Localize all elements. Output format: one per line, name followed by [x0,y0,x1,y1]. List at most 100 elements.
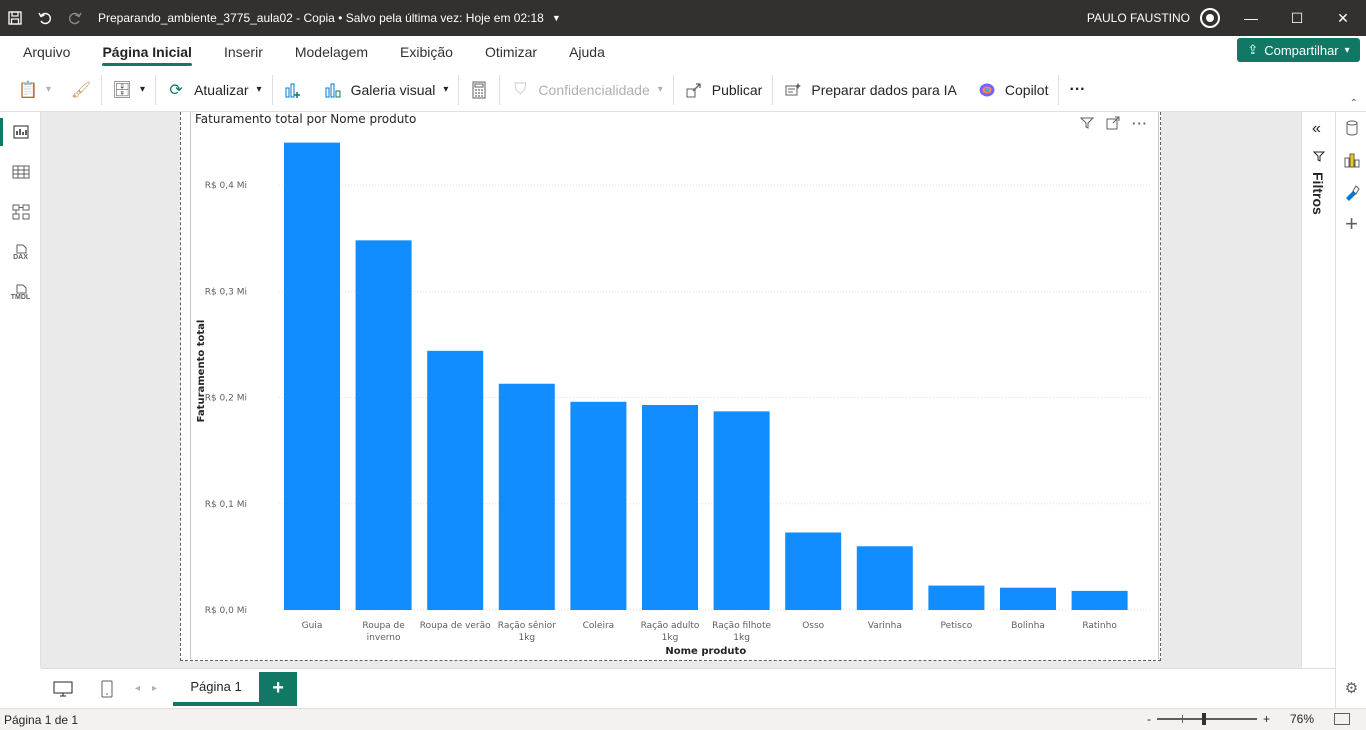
calculator-icon [469,80,489,100]
add-pane-icon[interactable]: + [1336,208,1366,240]
bar-chart-svg: R$ 0,0 Mi R$ 0,1 Mi R$ 0,2 Mi R$ 0,3 Mi R$ 0… [196,142,1151,657]
user-name: PAULO FAUSTINO [1086,11,1190,25]
tmdl-label: TMDL [10,293,31,301]
share-icon: ⇪ [1247,42,1259,57]
expand-filters-icon[interactable]: « [1312,120,1321,138]
filter-funnel-icon [1312,150,1326,168]
sensitivity-button[interactable]: ⛉ Confidencialidade ▾ [500,72,672,108]
bar [642,404,698,610]
prepare-ai-button[interactable]: Preparar dados para IA [773,72,967,108]
menu-inserir[interactable]: Inserir [208,36,279,68]
data-pane-icon[interactable] [1336,112,1366,144]
x-tick-label: Guia [302,621,323,631]
bar [570,401,627,610]
format-pane-icon[interactable] [1336,176,1366,208]
visualizations-pane-icon[interactable] [1336,144,1366,176]
menu-ajuda[interactable]: Ajuda [553,36,621,68]
menu-arquivo[interactable]: Arquivo [0,36,86,68]
format-painter-button[interactable]: 🖌 [61,72,101,108]
menu-bar: Arquivo Página Inicial Inserir Modelagem… [0,36,1366,68]
menu-modelagem[interactable]: Modelagem [279,36,384,68]
prepare-ai-icon [783,80,803,100]
publish-icon [684,80,704,100]
new-visual-button[interactable] [273,72,313,108]
gallery-icon [323,80,343,100]
x-tick-label: 1kg [662,633,679,643]
menu-otimizar[interactable]: Otimizar [469,36,553,68]
page-info: Página 1 de 1 [4,712,79,727]
x-tick-label: Ração adulto [641,621,700,631]
bar [427,350,484,610]
title-bar: Preparando_ambiente_3775_aula02 - Copia … [0,0,1366,36]
dax-label: DAX [13,253,28,261]
bar [498,383,555,610]
format-painter-icon: 🖌 [70,81,92,99]
zoom-slider-thumb[interactable] [1201,713,1206,725]
calculator-button[interactable] [459,72,499,108]
status-bar: Página 1 de 1 - + 76% [0,708,1366,730]
next-page-icon[interactable]: ▸ [146,683,163,694]
page-tab-1[interactable]: Página 1 [173,671,260,706]
ribbon-toolbar: 📋 ▾ 🖌 🗄 ▾ ⟳ Atualizar ▾ Galeria visual ▾ ⛉… [0,68,1366,112]
chevron-down-icon[interactable]: ▼ [552,13,561,23]
x-axis-title: Nome produto [665,646,746,657]
menu-exibicao[interactable]: Exibição [384,36,469,68]
minimize-icon[interactable]: — [1228,0,1274,36]
settings-gear-icon[interactable]: ⚙ [1336,672,1366,704]
bar-chart-visual[interactable]: Faturamento total por Nome produto ··· R… [190,112,1159,659]
add-page-button[interactable]: + [259,671,298,706]
menu-pagina-inicial[interactable]: Página Inicial [86,36,207,68]
sensitivity-label: Confidencialidade [538,81,650,98]
get-data-button[interactable]: 🗄 ▾ [102,72,155,108]
refresh-label: Atualizar [194,81,249,98]
x-tick-label: Ração sênior [498,620,556,631]
filters-pane[interactable]: « Filtros [1301,112,1335,668]
clipboard-icon: 📋 [18,81,38,99]
document-title[interactable]: Preparando_ambiente_3775_aula02 - Copia … [98,11,544,25]
report-page: Faturamento total por Nome produto ··· R… [180,112,1161,661]
copilot-button[interactable]: Copilot [967,72,1059,108]
zoom-level[interactable]: 76% [1290,712,1314,726]
database-icon: 🗄 [111,81,133,99]
y-tick-label: R$ 0,4 Mi [205,181,247,191]
mobile-layout-icon[interactable] [85,669,129,709]
previous-page-icon[interactable]: ◂ [129,683,146,694]
model-view-icon[interactable] [0,192,41,232]
more-options-button[interactable]: ··· [1059,72,1095,108]
refresh-button[interactable]: ⟳ Atualizar ▾ [156,72,272,108]
zoom-out-button[interactable]: - [1147,712,1151,726]
visual-gallery-button[interactable]: Galeria visual ▾ [313,72,459,108]
x-tick-label: Coleira [583,621,615,631]
close-icon[interactable]: ✕ [1320,0,1366,36]
dax-query-view-icon[interactable]: DAX [0,232,41,272]
chevron-down-icon: ▾ [1344,44,1350,56]
bar [713,411,770,610]
bar [1000,587,1056,610]
undo-icon[interactable] [30,0,60,36]
chevron-down-icon: ▾ [46,84,52,95]
x-tick-label: inverno [367,633,401,643]
tmdl-view-icon[interactable]: TMDL [0,272,41,312]
x-tick-label: Roupa de [362,621,405,631]
redo-icon[interactable] [60,0,90,36]
x-tick-label: 1kg [518,633,535,643]
bar [355,240,412,610]
desktop-layout-icon[interactable] [41,669,85,709]
zoom-in-button[interactable]: + [1263,712,1270,726]
y-tick-label: R$ 0,3 Mi [205,287,247,297]
x-tick-label: Bolinha [1011,621,1045,631]
filters-label: Filtros [1310,172,1326,215]
maximize-icon[interactable]: ☐ [1274,0,1320,36]
y-tick-label: R$ 0,2 Mi [205,394,247,404]
table-view-icon[interactable] [0,152,41,192]
collapse-ribbon-icon[interactable]: ⌃ [1350,98,1358,109]
x-tick-label: Varinha [868,621,902,631]
share-button[interactable]: ⇪ Compartilhar ▾ [1237,38,1360,62]
user-avatar-icon[interactable] [1200,8,1220,28]
publish-button[interactable]: Publicar [674,72,773,108]
report-view-icon[interactable] [0,112,41,152]
paste-button[interactable]: 📋 ▾ [0,72,61,108]
zoom-slider[interactable] [1156,713,1257,725]
fit-to-page-icon[interactable] [1334,713,1350,725]
save-icon[interactable] [0,0,30,36]
